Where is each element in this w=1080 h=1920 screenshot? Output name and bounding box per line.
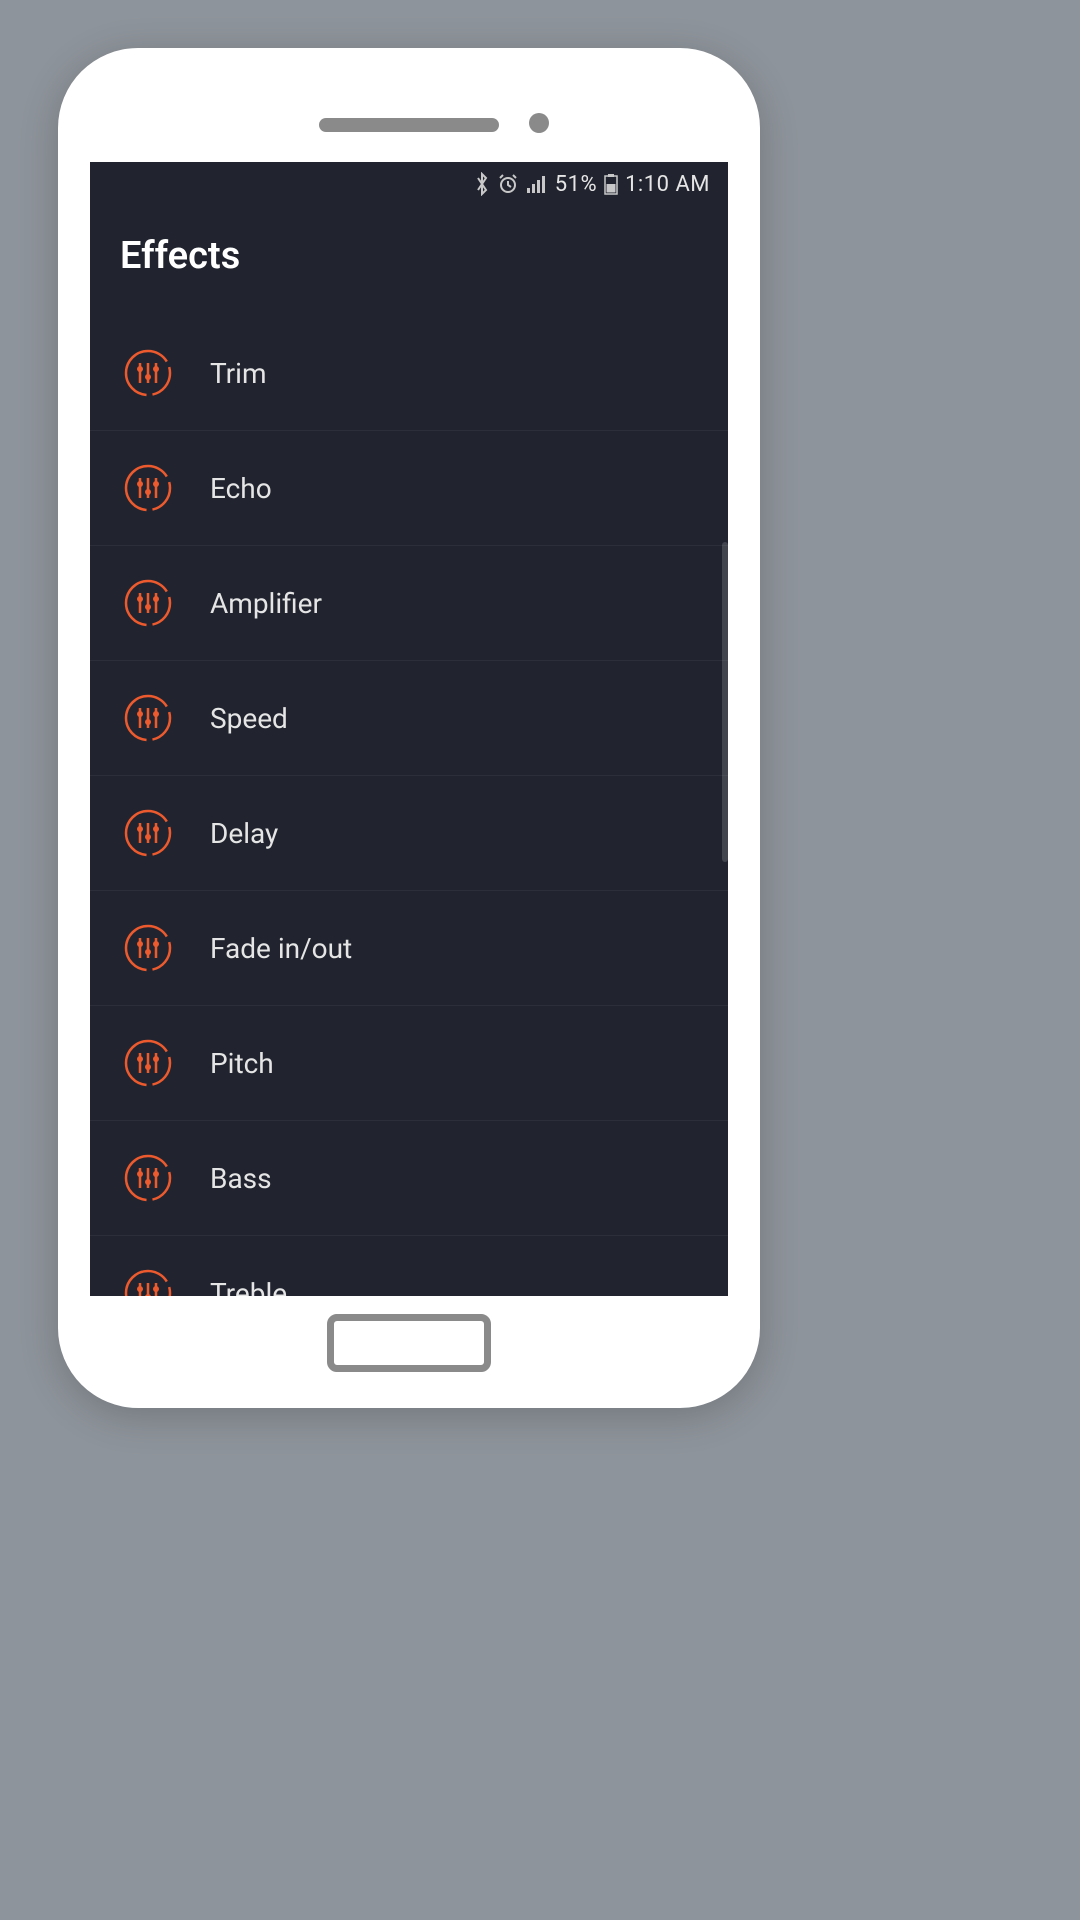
effects-list: Trim Echo Amplifier Speed Delay xyxy=(90,316,728,1296)
sliders-icon xyxy=(124,349,172,397)
effect-item-delay[interactable]: Delay xyxy=(90,776,728,891)
battery-icon xyxy=(604,173,618,195)
effect-label: Delay xyxy=(210,817,278,850)
effect-label: Bass xyxy=(210,1162,272,1195)
battery-percent: 51% xyxy=(555,172,597,197)
effect-item-pitch[interactable]: Pitch xyxy=(90,1006,728,1121)
effect-item-echo[interactable]: Echo xyxy=(90,431,728,546)
sliders-icon xyxy=(124,464,172,512)
sliders-icon xyxy=(124,579,172,627)
sliders-icon xyxy=(124,1269,172,1296)
effect-label: Amplifier xyxy=(210,587,322,620)
effect-item-trim[interactable]: Trim xyxy=(90,316,728,431)
effect-item-speed[interactable]: Speed xyxy=(90,661,728,776)
effect-item-amplifier[interactable]: Amplifier xyxy=(90,546,728,661)
signal-icon xyxy=(526,174,548,194)
screen: 51% 1:10 AM Effects Trim Echo xyxy=(90,162,728,1296)
sliders-icon xyxy=(124,809,172,857)
effect-item-treble[interactable]: Treble xyxy=(90,1236,728,1296)
effect-label: Pitch xyxy=(210,1047,274,1080)
bluetooth-icon xyxy=(474,172,490,196)
effect-label: Trim xyxy=(210,357,267,390)
effect-label: Treble xyxy=(210,1277,287,1297)
effect-label: Speed xyxy=(210,702,288,735)
sliders-icon xyxy=(124,924,172,972)
home-button[interactable] xyxy=(327,1314,491,1372)
sliders-icon xyxy=(124,694,172,742)
page-title: Effects xyxy=(90,206,728,316)
clock-time: 1:10 AM xyxy=(625,172,710,197)
effect-label: Fade in/out xyxy=(210,932,352,965)
effect-item-bass[interactable]: Bass xyxy=(90,1121,728,1236)
phone-speaker xyxy=(319,118,499,132)
scrollbar[interactable] xyxy=(722,542,728,862)
phone-frame: 51% 1:10 AM Effects Trim Echo xyxy=(58,48,760,1408)
phone-camera xyxy=(529,113,549,133)
sliders-icon xyxy=(124,1039,172,1087)
alarm-icon xyxy=(497,173,519,195)
effect-label: Echo xyxy=(210,472,272,505)
sliders-icon xyxy=(124,1154,172,1202)
effect-item-fade-in-out[interactable]: Fade in/out xyxy=(90,891,728,1006)
status-bar: 51% 1:10 AM xyxy=(90,162,728,206)
